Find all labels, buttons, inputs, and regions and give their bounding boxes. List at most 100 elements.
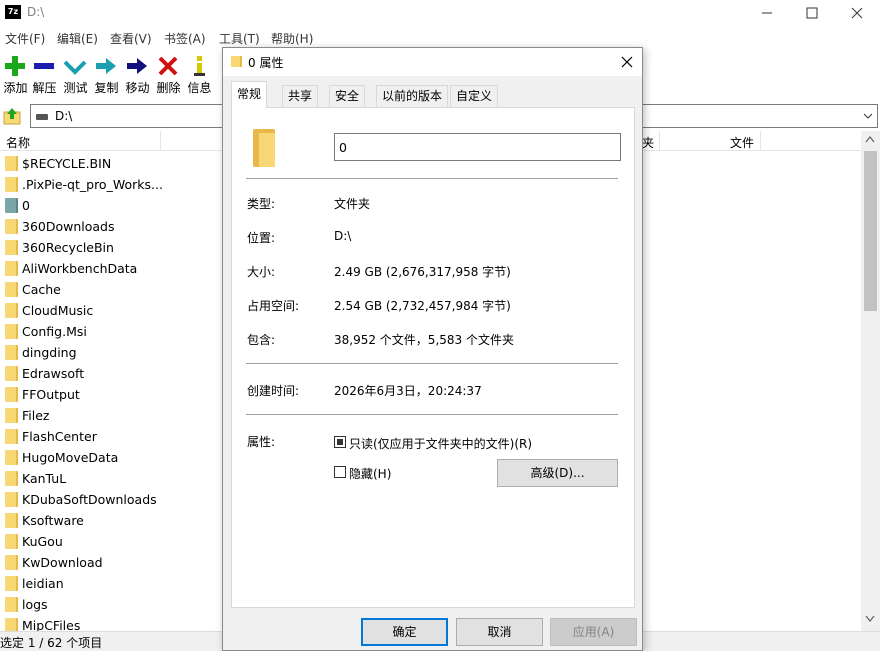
add-button[interactable]: 添加: [0, 50, 31, 96]
minimize-button[interactable]: [744, 0, 790, 26]
tab-sharing[interactable]: 共享: [282, 85, 319, 107]
file-list: $RECYCLE.BIN .PixPie-qt_pro_Works... 0 360D…: [0, 153, 230, 631]
menu-tools[interactable]: 工具(T): [219, 30, 260, 47]
hidden-label[interactable]: 隐藏(H): [349, 465, 391, 482]
menu-edit[interactable]: 编辑(E): [57, 30, 98, 47]
list-item[interactable]: KuGou: [0, 531, 230, 552]
menu-file[interactable]: 文件(F): [5, 30, 45, 47]
properties-dialog: 0 属性 常规 共享 安全 以前的版本 自定义 类型: 文件夹 位置: D:\ …: [222, 47, 643, 651]
tab-general[interactable]: 常规: [231, 81, 268, 108]
folder-icon: [5, 345, 18, 360]
folder-up-icon[interactable]: [2, 106, 22, 126]
chevron-down-icon[interactable]: [862, 110, 874, 122]
ok-button[interactable]: 确定: [361, 618, 448, 646]
list-item[interactable]: .PixPie-qt_pro_Works...: [0, 174, 230, 195]
menu-bookmarks[interactable]: 书签(A): [164, 30, 206, 47]
contains-value: 38,952 个文件，5,583 个文件夹: [334, 333, 514, 347]
list-item[interactable]: dingding: [0, 342, 230, 363]
list-item[interactable]: Cache: [0, 279, 230, 300]
readonly-checkbox[interactable]: [334, 436, 346, 448]
folder-icon: [5, 492, 18, 507]
delete-label: 删除: [156, 81, 181, 95]
double-arrow-right-icon: [96, 58, 116, 74]
test-label: 测试: [63, 81, 88, 95]
column-partial-1[interactable]: 夹: [642, 134, 654, 151]
x-icon: [158, 56, 178, 76]
test-button[interactable]: 测试: [60, 50, 91, 96]
tab-security[interactable]: 安全: [329, 85, 366, 107]
list-item[interactable]: $RECYCLE.BIN: [0, 153, 230, 174]
list-item[interactable]: leidian: [0, 573, 230, 594]
scrollbar-thumb[interactable]: [864, 151, 877, 311]
list-item[interactable]: 360Downloads: [0, 216, 230, 237]
scroll-down-icon[interactable]: [865, 615, 875, 623]
move-button[interactable]: 移动: [122, 50, 153, 96]
folder-icon: [231, 56, 242, 67]
dialog-close-button[interactable]: [614, 51, 640, 73]
list-item[interactable]: 360RecycleBin: [0, 237, 230, 258]
menu-bar: 文件(F) 编辑(E) 查看(V) 书签(A) 工具(T) 帮助(H): [0, 27, 880, 47]
column-separator[interactable]: [160, 131, 161, 151]
delete-button[interactable]: 删除: [153, 50, 184, 96]
hidden-checkbox[interactable]: [334, 466, 346, 478]
column-separator[interactable]: [659, 131, 660, 151]
status-text: 选定 1 / 62 个项目: [0, 636, 103, 650]
list-item[interactable]: MipCFiles: [0, 615, 230, 631]
folder-icon: [5, 261, 18, 276]
folder-icon: [5, 534, 18, 549]
list-item[interactable]: HugoMoveData: [0, 447, 230, 468]
info-icon: [194, 56, 205, 76]
vertical-scrollbar[interactable]: [861, 131, 880, 631]
file-name: AliWorkbenchData: [22, 261, 138, 276]
info-label: 信息: [187, 81, 212, 95]
folder-icon: [5, 597, 18, 612]
menu-help[interactable]: 帮助(H): [271, 30, 313, 47]
folder-icon: [5, 618, 18, 631]
file-name: leidian: [22, 576, 64, 591]
file-name: Edrawsoft: [22, 366, 85, 381]
list-item[interactable]: AliWorkbenchData: [0, 258, 230, 279]
column-partial-2[interactable]: 文件: [730, 134, 754, 151]
column-name[interactable]: 名称: [6, 134, 30, 151]
list-item[interactable]: Ksoftware: [0, 510, 230, 531]
divider: [246, 178, 618, 179]
type-label: 类型:: [247, 197, 276, 211]
close-button[interactable]: [834, 0, 880, 26]
file-name: 0: [22, 198, 30, 213]
apply-button[interactable]: 应用(A): [550, 618, 637, 646]
maximize-icon: [806, 7, 818, 19]
cancel-button[interactable]: 取消: [456, 618, 543, 646]
file-name: 360RecycleBin: [22, 240, 114, 255]
list-item[interactable]: Edrawsoft: [0, 363, 230, 384]
list-item[interactable]: Config.Msi: [0, 321, 230, 342]
list-item[interactable]: FFOutput: [0, 384, 230, 405]
folder-icon: [253, 129, 275, 167]
list-item[interactable]: KanTuL: [0, 468, 230, 489]
advanced-button[interactable]: 高级(D)...: [497, 459, 618, 487]
file-name: Filez: [22, 408, 50, 423]
copy-button[interactable]: 复制: [91, 50, 122, 96]
folder-icon: [5, 324, 18, 339]
scroll-up-icon[interactable]: [865, 135, 875, 143]
list-item[interactable]: 0: [0, 195, 230, 216]
list-item[interactable]: CloudMusic: [0, 300, 230, 321]
folder-name-input[interactable]: [334, 133, 621, 161]
extract-button[interactable]: 解压: [29, 50, 60, 96]
maximize-button[interactable]: [789, 0, 835, 26]
tab-previous-versions[interactable]: 以前的版本: [376, 85, 449, 107]
list-item[interactable]: Filez: [0, 405, 230, 426]
readonly-label[interactable]: 只读(仅应用于文件夹中的文件)(R): [349, 435, 532, 452]
folder-icon: [5, 177, 18, 192]
column-separator[interactable]: [760, 131, 761, 151]
file-name: $RECYCLE.BIN: [22, 156, 112, 171]
folder-icon: [5, 450, 18, 465]
menu-view[interactable]: 查看(V): [110, 30, 152, 47]
dialog-title-bar: 0 属性: [223, 48, 642, 76]
list-item[interactable]: KDubaSoftDownloads: [0, 489, 230, 510]
tab-customize[interactable]: 自定义: [450, 85, 499, 107]
list-item[interactable]: logs: [0, 594, 230, 615]
list-item[interactable]: KwDownload: [0, 552, 230, 573]
add-label: 添加: [3, 81, 28, 95]
info-button[interactable]: 信息: [184, 50, 215, 96]
list-item[interactable]: FlashCenter: [0, 426, 230, 447]
